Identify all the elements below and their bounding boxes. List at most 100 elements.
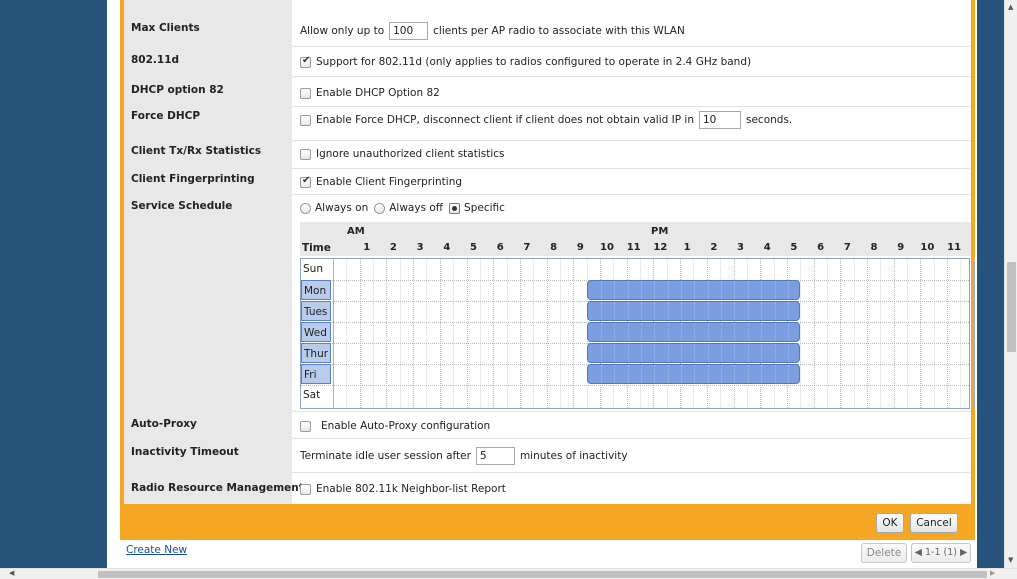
client-stats-label: Client Tx/Rx Statistics (131, 145, 262, 157)
slot-divider (774, 344, 776, 362)
scroll-right-icon[interactable]: ▶ (990, 570, 995, 577)
force-dhcp-text: Enable Force DHCP, disconnect client if … (316, 114, 694, 126)
specific-radio[interactable] (449, 202, 461, 214)
always-off-radio[interactable] (374, 202, 386, 214)
slot-divider (787, 281, 789, 299)
fingerprinting-field: Enable Client Fingerprinting (300, 175, 463, 188)
hour-label: 7 (843, 242, 851, 253)
slot-divider (734, 302, 736, 320)
force-dhcp-seconds-input[interactable]: 10 (699, 111, 741, 129)
rrm-checkbox[interactable] (300, 483, 311, 495)
hour-label: 11 (626, 242, 641, 253)
max-clients-suffix: clients per AP radio to associate with t… (433, 25, 685, 37)
slot-divider (614, 365, 616, 383)
pager[interactable]: ◀ 1-1 (1) ▶ (911, 543, 971, 563)
cancel-button[interactable]: Cancel (910, 513, 958, 533)
horizontal-scroll-thumb[interactable] (98, 571, 987, 578)
force-dhcp-label: Force DHCP (131, 110, 201, 122)
grid-column-line (973, 259, 975, 408)
selected-slot-thur[interactable] (586, 343, 801, 363)
hour-label: 6 (817, 242, 825, 253)
dhcp-option82-checkbox[interactable] (300, 87, 311, 99)
dot11d-checkbox[interactable] (300, 55, 311, 68)
max-clients-label: Max Clients (131, 22, 200, 34)
dot11d-label: 802.11d (131, 54, 180, 66)
horizontal-scrollbar[interactable]: ◀ ▶ (0, 568, 1017, 579)
selected-slot-fri[interactable] (586, 364, 801, 384)
ok-button[interactable]: OK (876, 513, 904, 533)
slot-divider (654, 302, 656, 320)
slot-divider (774, 365, 776, 383)
always-on-radio[interactable] (300, 202, 311, 214)
selected-slot-wed[interactable] (586, 322, 801, 342)
hour-label: 2 (710, 242, 718, 253)
am-label: AM (347, 226, 365, 237)
day-label-mon[interactable]: Mon (301, 280, 331, 300)
force-dhcp-checkbox[interactable] (300, 114, 311, 126)
dhcp-option82-text: Enable DHCP Option 82 (316, 87, 440, 99)
client-stats-checkbox[interactable] (300, 148, 311, 160)
divider (292, 46, 971, 47)
hour-label: 8 (550, 242, 558, 253)
fingerprinting-text: Enable Client Fingerprinting (316, 176, 463, 188)
dot11d-text: Support for 802.11d (only applies to rad… (316, 56, 752, 68)
scroll-left-icon[interactable]: ◀ (9, 570, 14, 577)
day-label-tues[interactable]: Tues (301, 301, 331, 321)
slot-divider (654, 323, 656, 341)
slot-divider (627, 323, 629, 341)
slot-divider (787, 344, 789, 362)
slot-divider (627, 281, 629, 299)
selected-slot-tues[interactable] (586, 301, 801, 321)
hour-label: 3 (737, 242, 744, 253)
next-page-icon[interactable]: ▶ (960, 547, 967, 558)
slot-divider (641, 281, 643, 299)
grid-row-line (301, 385, 969, 386)
vertical-scrollbar[interactable]: ▲ ▼ (1004, 0, 1017, 568)
slot-divider (641, 365, 643, 383)
divider (292, 106, 971, 107)
pager-text: 1-1 (1) (925, 547, 957, 558)
scroll-down-icon[interactable]: ▼ (1008, 557, 1013, 564)
slot-divider (721, 302, 723, 320)
list-footer: Create New Delete ◀ 1-1 (1) ▶ (120, 540, 975, 568)
slot-divider (681, 323, 683, 341)
vertical-scroll-thumb[interactable] (1007, 262, 1016, 352)
max-clients-input[interactable]: 100 (389, 22, 429, 40)
prev-page-icon[interactable]: ◀ (915, 547, 922, 558)
force-dhcp-field: Enable Force DHCP, disconnect client if … (300, 111, 792, 129)
hour-label: 7 (523, 242, 531, 253)
slot-divider (667, 344, 669, 362)
day-label-sun[interactable]: Sun (301, 259, 331, 279)
slot-divider (614, 323, 616, 341)
slot-divider (707, 281, 709, 299)
always-off-label: Always off (389, 202, 444, 214)
day-label-fri[interactable]: Fri (301, 364, 331, 384)
left-panel-background (0, 0, 107, 568)
divider (292, 411, 971, 412)
hour-label: 12 (653, 242, 668, 253)
slot-divider (600, 302, 602, 320)
slot-divider (667, 281, 669, 299)
time-header: Time (302, 242, 331, 254)
slot-divider (707, 323, 709, 341)
slot-divider (734, 344, 736, 362)
day-label-thur[interactable]: Thur (301, 343, 331, 363)
slot-divider (747, 281, 749, 299)
client-stats-field: Ignore unauthorized client statistics (300, 148, 505, 160)
scroll-up-icon[interactable]: ▲ (1008, 4, 1013, 11)
create-new-link[interactable]: Create New (126, 544, 187, 556)
delete-button[interactable]: Delete (861, 543, 907, 563)
slot-divider (667, 323, 669, 341)
hour-label: 11 (947, 242, 962, 253)
inactivity-input[interactable]: 5 (475, 447, 515, 465)
hour-label: 4 (763, 242, 771, 253)
day-label-sat[interactable]: Sat (301, 385, 331, 405)
specific-label: Specific (464, 202, 505, 214)
inactivity-prefix: Terminate idle user session after (300, 450, 471, 462)
slot-divider (681, 281, 683, 299)
auto-proxy-checkbox[interactable] (300, 420, 311, 432)
schedule-grid[interactable]: Sun Mon Tues Wed Thur Fri Sat (300, 258, 975, 409)
selected-slot-mon[interactable] (586, 280, 801, 300)
fingerprinting-checkbox[interactable] (300, 175, 311, 188)
day-label-wed[interactable]: Wed (301, 322, 331, 342)
